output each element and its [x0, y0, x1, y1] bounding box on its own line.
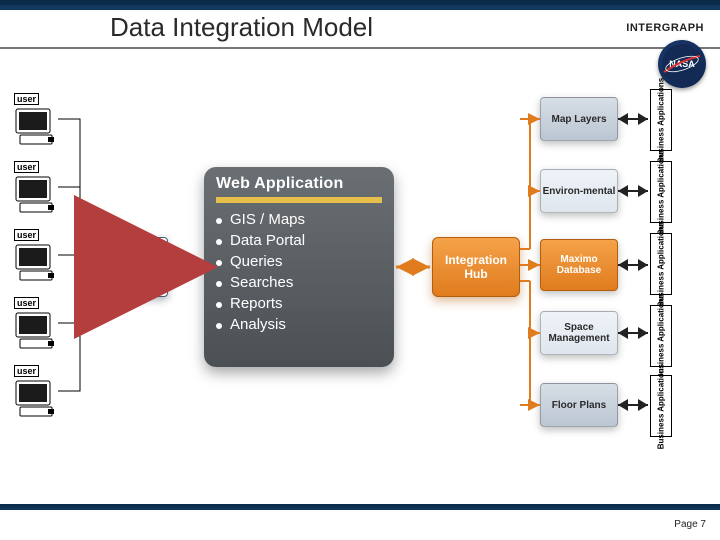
list-item: Analysis — [216, 314, 382, 335]
web-application-node: Web Application GIS / Maps Data Portal Q… — [204, 167, 394, 367]
integration-hub-node: Integration Hub — [432, 237, 520, 297]
computer-icon — [14, 311, 58, 351]
business-applications-box-5: Business Applications — [650, 375, 672, 437]
user-terminal-2: user — [14, 157, 74, 215]
user-label: user — [14, 93, 39, 105]
user-terminal-3: user — [14, 225, 74, 283]
footer-bar — [0, 504, 720, 510]
business-applications-box-2: Business Applications — [650, 161, 672, 223]
user-label: user — [14, 161, 39, 173]
page-number: Page 7 — [674, 519, 706, 530]
computer-icon — [14, 107, 58, 147]
user-terminal-1: user — [14, 89, 74, 147]
business-applications-box-1: Business Applications — [650, 89, 672, 151]
environmental-node: Environ-mental — [540, 169, 618, 213]
user-terminal-5: user — [14, 361, 74, 419]
computer-icon — [14, 379, 58, 419]
user-label: user — [14, 365, 39, 377]
list-item: GIS / Maps — [216, 209, 382, 230]
list-item: Searches — [216, 272, 382, 293]
floor-plans-node: Floor Plans — [540, 383, 618, 427]
diagram-canvas: user user user user user Security Module… — [0, 49, 720, 499]
user-label: user — [14, 229, 39, 241]
page-title: Data Integration Model — [110, 12, 373, 43]
list-item: Data Portal — [216, 230, 382, 251]
user-terminal-4: user — [14, 293, 74, 351]
business-applications-box-3: Business Applications — [650, 233, 672, 295]
list-item: Reports — [216, 293, 382, 314]
computer-icon — [14, 243, 58, 283]
computer-icon — [14, 175, 58, 215]
list-item: Queries — [216, 251, 382, 272]
security-module-node: Security Module — [96, 237, 168, 297]
business-applications-box-4: Business Applications — [650, 305, 672, 367]
top-bar — [0, 0, 720, 10]
web-application-heading: Web Application — [216, 175, 382, 203]
user-label: user — [14, 297, 39, 309]
web-application-features: GIS / Maps Data Portal Queries Searches … — [216, 209, 382, 335]
map-layers-node: Map Layers — [540, 97, 618, 141]
intergraph-logo: INTERGRAPH — [626, 22, 704, 34]
space-management-node: Space Management — [540, 311, 618, 355]
header: Data Integration Model INTERGRAPH — [0, 10, 720, 49]
maximo-database-node: Maximo Database — [540, 239, 618, 291]
intergraph-logo-text: INTERGRAPH — [626, 22, 704, 34]
